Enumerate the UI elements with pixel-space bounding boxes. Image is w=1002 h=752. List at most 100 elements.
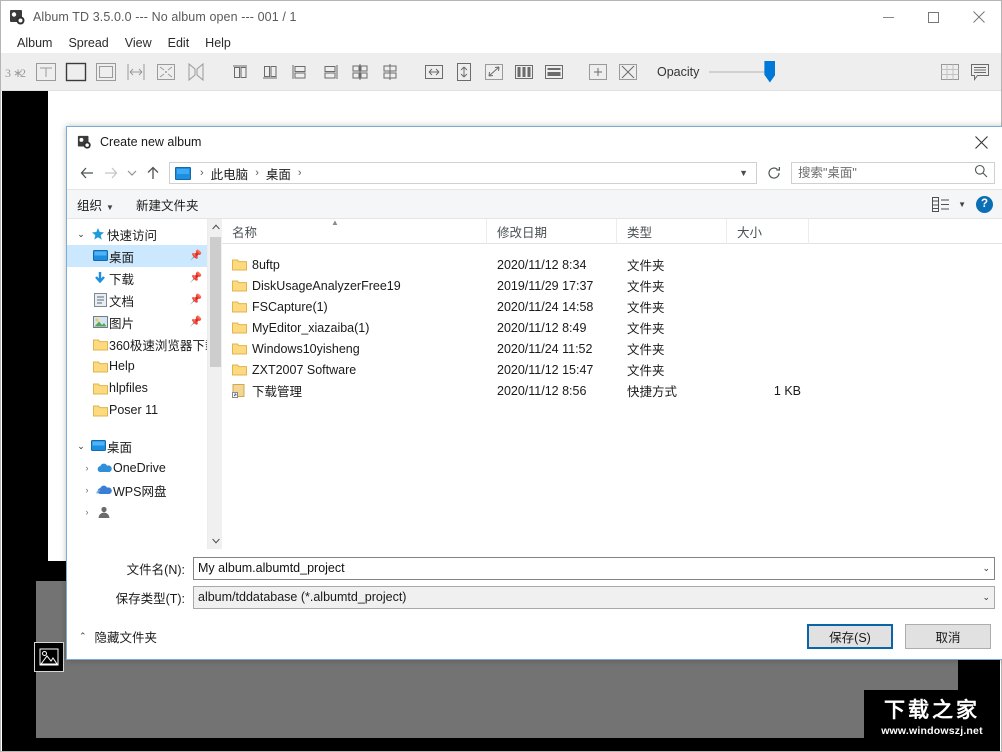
view-mode-icon[interactable]: ▼ [932,196,966,212]
file-row[interactable]: Windows10yisheng 2020/11/24 11:52 文件夹 [222,338,1002,359]
minimize-icon[interactable] [866,1,911,33]
file-row[interactable]: 8uftp 2020/11/12 8:34 文件夹 [222,254,1002,275]
scroll-down-icon[interactable] [208,533,223,549]
maximize-icon[interactable] [911,1,956,33]
blank-frame-icon[interactable] [63,59,89,85]
cancel-button[interactable]: 取消 [905,623,991,649]
pin-icon[interactable]: 📌 [190,295,202,306]
chevron-right-icon[interactable]: › [79,463,95,473]
new-folder-button[interactable]: 新建文件夹 [136,195,199,214]
file-row[interactable]: ZXT2007 Software 2020/11/12 15:47 文件夹 [222,359,1002,380]
chevron-down-icon[interactable]: ⌄ [73,441,89,452]
add-frame-icon[interactable] [585,59,611,85]
tree-item-desktop-quick[interactable]: 桌面 📌 [67,245,207,267]
organize-button[interactable]: 组织 ▼ [77,195,114,214]
tree-item-user[interactable]: › [67,501,207,523]
delete-frame-icon[interactable] [615,59,641,85]
refresh-icon[interactable] [763,162,785,184]
pin-icon[interactable]: 📌 [190,317,202,328]
up-arrow-icon[interactable] [141,161,165,185]
chevron-down-icon[interactable]: ⌄ [73,229,89,240]
rows-icon[interactable] [541,59,567,85]
distribute-horizontal-icon[interactable] [347,59,373,85]
tree-item-help[interactable]: Help [67,355,207,377]
three-by-two-icon[interactable]: 3 ∗ 2 [3,59,29,85]
opacity-slider[interactable] [709,60,776,83]
dialog-close-icon[interactable] [959,127,1002,157]
tree-scrollbar[interactable] [207,219,222,549]
chevron-right-icon[interactable]: › [79,485,95,495]
align-left-icon[interactable] [287,59,313,85]
text-frame-icon[interactable] [33,59,59,85]
column-header-date[interactable]: 修改日期 [487,218,617,244]
menu-item-album[interactable]: Album [9,34,60,52]
breadcrumb-desktop[interactable]: 桌面 [264,164,293,183]
filename-input[interactable] [198,561,977,575]
hide-folders-toggle[interactable]: ⌃ 隐藏文件夹 [79,627,157,646]
tree-item-wps-cloud[interactable]: › WPS网盘 [67,479,207,501]
tree-item-label: Poser 11 [109,403,159,417]
tree-item-documents[interactable]: 文档 📌 [67,289,207,311]
breadcrumb-this-pc[interactable]: 此电脑 [209,164,251,183]
columns-icon[interactable] [511,59,537,85]
image-placeholder-icon[interactable] [34,642,64,672]
tree-item-desktop-root[interactable]: ⌄ 桌面 [67,435,207,457]
tree-item-onedrive[interactable]: › OneDrive [67,457,207,479]
column-header-type[interactable]: 类型 [617,218,727,244]
pin-icon[interactable]: 📌 [190,273,202,284]
address-bar[interactable]: › 此电脑 › 桌面 › ▼ [169,162,757,184]
menu-item-help[interactable]: Help [197,34,239,52]
tree-item-quick-access[interactable]: ⌄ 快速访问 [67,223,207,245]
tree-item-poser-11[interactable]: Poser 11 [67,399,207,421]
file-row[interactable]: MyEditor_xiazaiba(1) 2020/11/12 8:49 文件夹 [222,317,1002,338]
grid-view-icon[interactable] [937,59,963,85]
caption-icon[interactable] [967,59,993,85]
menu-item-view[interactable]: View [117,34,160,52]
scroll-up-icon[interactable] [208,219,223,235]
menu-item-spread[interactable]: Spread [60,34,116,52]
file-row[interactable]: 下载管理 2020/11/12 8:56 快捷方式 1 KB [222,380,1002,401]
filename-field[interactable]: ⌄ [193,556,995,580]
search-input[interactable] [798,166,974,180]
folder-icon [91,338,109,351]
chevron-right-icon[interactable]: › [79,507,95,517]
tree-item-downloads[interactable]: 下载 📌 [67,267,207,289]
forward-arrow-icon[interactable] [99,161,123,185]
help-icon[interactable]: ? [976,195,993,213]
page-margins-icon[interactable] [93,59,119,85]
stretch-horizontal-icon[interactable] [421,59,447,85]
view-mode-caret[interactable]: ▼ [958,200,966,209]
menu-item-edit[interactable]: Edit [160,34,198,52]
back-arrow-icon[interactable] [75,161,99,185]
address-dropdown-icon[interactable]: ▼ [733,168,754,178]
mirror-spread-icon[interactable] [183,59,209,85]
search-box[interactable] [791,162,995,184]
align-bottom-icon[interactable] [257,59,283,85]
filetype-combo[interactable]: album/tddatabase (*.albumtd_project) ⌄ [193,585,995,609]
recent-dropdown-icon[interactable] [123,161,141,185]
scale-diagonal-icon[interactable] [481,59,507,85]
tree-item-pictures[interactable]: 图片 📌 [67,311,207,333]
column-header-name[interactable]: 名称 ▲ [222,218,487,244]
fit-inward-icon[interactable] [153,59,179,85]
pin-icon[interactable]: 📌 [190,251,202,262]
chevron-down-icon[interactable]: ⌄ [976,563,990,574]
tree-scrollbar-thumb[interactable] [210,237,221,367]
tree-item-label: hlpfiles [109,381,148,395]
watermark-chinese: 下载之家 [884,698,980,722]
opacity-slider-thumb[interactable] [764,60,776,83]
file-row[interactable]: FSCapture(1) 2020/11/24 14:58 文件夹 [222,296,1002,317]
align-right-icon[interactable] [317,59,343,85]
width-arrows-icon[interactable] [123,59,149,85]
file-row[interactable]: DiskUsageAnalyzerFree19 2019/11/29 17:37… [222,275,1002,296]
chevron-down-icon[interactable]: ⌄ [976,592,990,603]
tree-item-360-browser[interactable]: 360极速浏览器下载 [67,333,207,355]
distribute-vertical-icon[interactable] [377,59,403,85]
save-button[interactable]: 保存(S) [807,623,893,649]
tree-item-hlpfiles[interactable]: hlpfiles [67,377,207,399]
column-header-size[interactable]: 大小 [727,218,809,244]
align-top-icon[interactable] [227,59,253,85]
stretch-vertical-icon[interactable] [451,59,477,85]
close-icon[interactable] [956,1,1001,33]
breadcrumb-separator: › [297,167,302,179]
